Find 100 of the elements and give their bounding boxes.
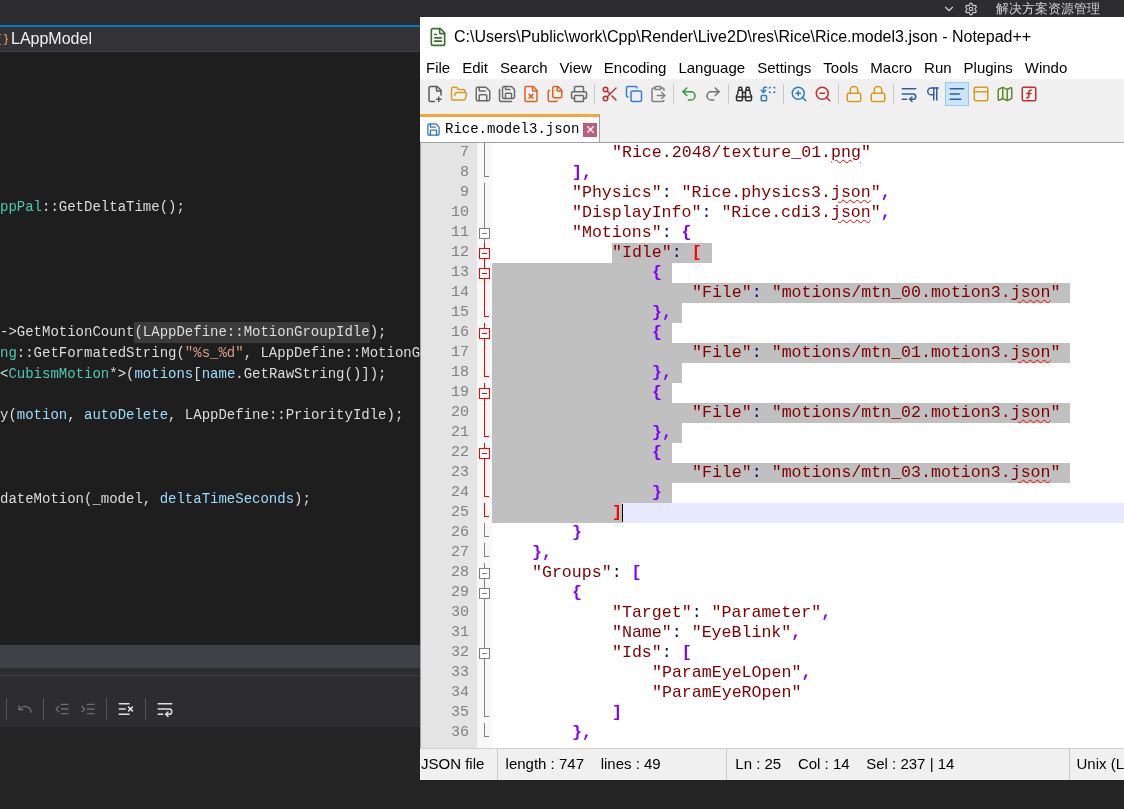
indent-guide-icon[interactable] (945, 82, 969, 106)
menu-item[interactable]: Encoding (597, 56, 673, 80)
code-token: "File" (692, 401, 752, 424)
line-number: 30 (450, 603, 470, 623)
line-number: 35 (450, 703, 470, 723)
editor-tab[interactable]: LAppModel (11, 27, 92, 51)
line-number: 23 (450, 463, 470, 483)
code-token: "Rice.physics3. (681, 181, 831, 204)
file-tab[interactable]: Rice.model3.json (420, 114, 601, 142)
code-token: }, (572, 721, 592, 744)
code-token: .GetRawString()]); (235, 364, 387, 384)
code-token: " (1050, 401, 1061, 424)
fold-toggle[interactable] (479, 327, 490, 339)
code-token: : (671, 621, 683, 644)
close-icon[interactable] (583, 122, 598, 137)
menu-item[interactable]: File (420, 56, 457, 80)
line-number: 36 (450, 723, 470, 743)
code-token: { (652, 441, 662, 464)
code-token: [ (193, 364, 202, 384)
code-token: " (860, 143, 871, 164)
line-number: 20 (450, 403, 470, 423)
code-token: "Target" (612, 601, 692, 624)
code-token: name (201, 364, 236, 384)
code-token: "Idle" (612, 241, 672, 264)
status-text: length : 747 lines : 49 (505, 754, 661, 775)
indent-icon[interactable] (80, 701, 96, 717)
line-number: 8 (459, 163, 470, 183)
line-number: 28 (450, 563, 470, 583)
fold-toggle[interactable] (479, 647, 490, 659)
code-token: json (1010, 341, 1051, 364)
code-token: "Rice.cdi3. (721, 201, 831, 224)
code-token: "File" (692, 461, 752, 484)
line-number: 32 (450, 643, 470, 663)
code-token: " (1050, 461, 1061, 484)
code-token: json (830, 181, 871, 204)
code-token: , LAppDefine::PriorityIdle); (168, 406, 404, 426)
code-token: "ParamEyeLOpen" (652, 661, 802, 684)
code-token: , (801, 661, 812, 684)
code-token: "motions/mtn_02.motion3. (771, 401, 1011, 424)
line-number: 34 (450, 683, 470, 703)
line-number: 26 (450, 523, 470, 543)
code-token: : (751, 281, 763, 304)
menu-item[interactable]: Edit (456, 56, 495, 80)
notepad-app-icon (428, 27, 448, 47)
code-token: "File" (692, 341, 752, 364)
code-token: "Rice.2048/texture_01. (612, 143, 832, 164)
line-number: 27 (450, 543, 470, 563)
line-number: 16 (450, 323, 470, 343)
menu-item[interactable]: View (553, 56, 598, 80)
code-token: "Parameter" (711, 601, 822, 624)
code-token: ); (369, 323, 387, 343)
fold-toggle[interactable] (479, 567, 490, 579)
code-token: : (661, 641, 673, 664)
menu-item[interactable]: Settings (751, 56, 818, 80)
menu-item[interactable]: Macro (864, 56, 919, 80)
code-token: }, (532, 541, 552, 564)
menu-item[interactable]: Tools (817, 56, 865, 80)
code-token: png (831, 143, 861, 164)
code-token: { (681, 221, 692, 244)
menu-item[interactable]: Search (494, 56, 554, 80)
code-token: "motions/mtn_00.motion3. (771, 281, 1011, 304)
outdent-icon[interactable] (54, 701, 70, 717)
menu-item[interactable]: Run (918, 56, 958, 80)
settings-icon[interactable] (964, 2, 978, 16)
code-token: , (821, 601, 832, 624)
code-token: " (1050, 341, 1061, 364)
menu-item[interactable]: Plugins (957, 56, 1019, 80)
code-token: { (652, 261, 662, 284)
clear-list-icon[interactable] (117, 700, 135, 718)
code-token: "EyeBlink" (691, 621, 792, 644)
word-wrap-icon[interactable] (156, 700, 174, 718)
fold-toggle[interactable] (479, 387, 490, 399)
fold-toggle[interactable] (479, 587, 490, 599)
line-number: 15 (450, 303, 470, 323)
tab-label: Rice.model3.json (445, 120, 580, 139)
code-token: : (751, 401, 763, 424)
code-token: "Groups" (532, 561, 612, 584)
code-token: "Name" (612, 621, 672, 644)
class-icon (0, 32, 9, 46)
code-token: json (1010, 401, 1051, 424)
fold-toggle[interactable] (479, 447, 490, 459)
fold-toggle[interactable] (479, 267, 490, 279)
code-token: } (652, 481, 662, 504)
code-token: [ (681, 641, 692, 664)
line-number: 9 (459, 183, 470, 203)
code-token: , (880, 181, 891, 204)
fold-toggle[interactable] (479, 247, 490, 259)
code-token: } (572, 521, 582, 544)
fold-toggle[interactable] (479, 227, 490, 239)
code-token: < (0, 364, 9, 384)
code-token: { (652, 381, 662, 404)
code-token: { (572, 581, 582, 604)
horizontal-scrollbar[interactable] (0, 645, 420, 668)
code-token: , (791, 621, 802, 644)
menu-item[interactable]: Language (672, 56, 752, 80)
code-token: : (701, 201, 713, 224)
code-token: , (67, 406, 77, 426)
code-token: }, (652, 421, 672, 444)
menu-item[interactable]: Windo (1018, 56, 1074, 80)
code-token: , LAppDefine::MotionG (243, 344, 421, 364)
